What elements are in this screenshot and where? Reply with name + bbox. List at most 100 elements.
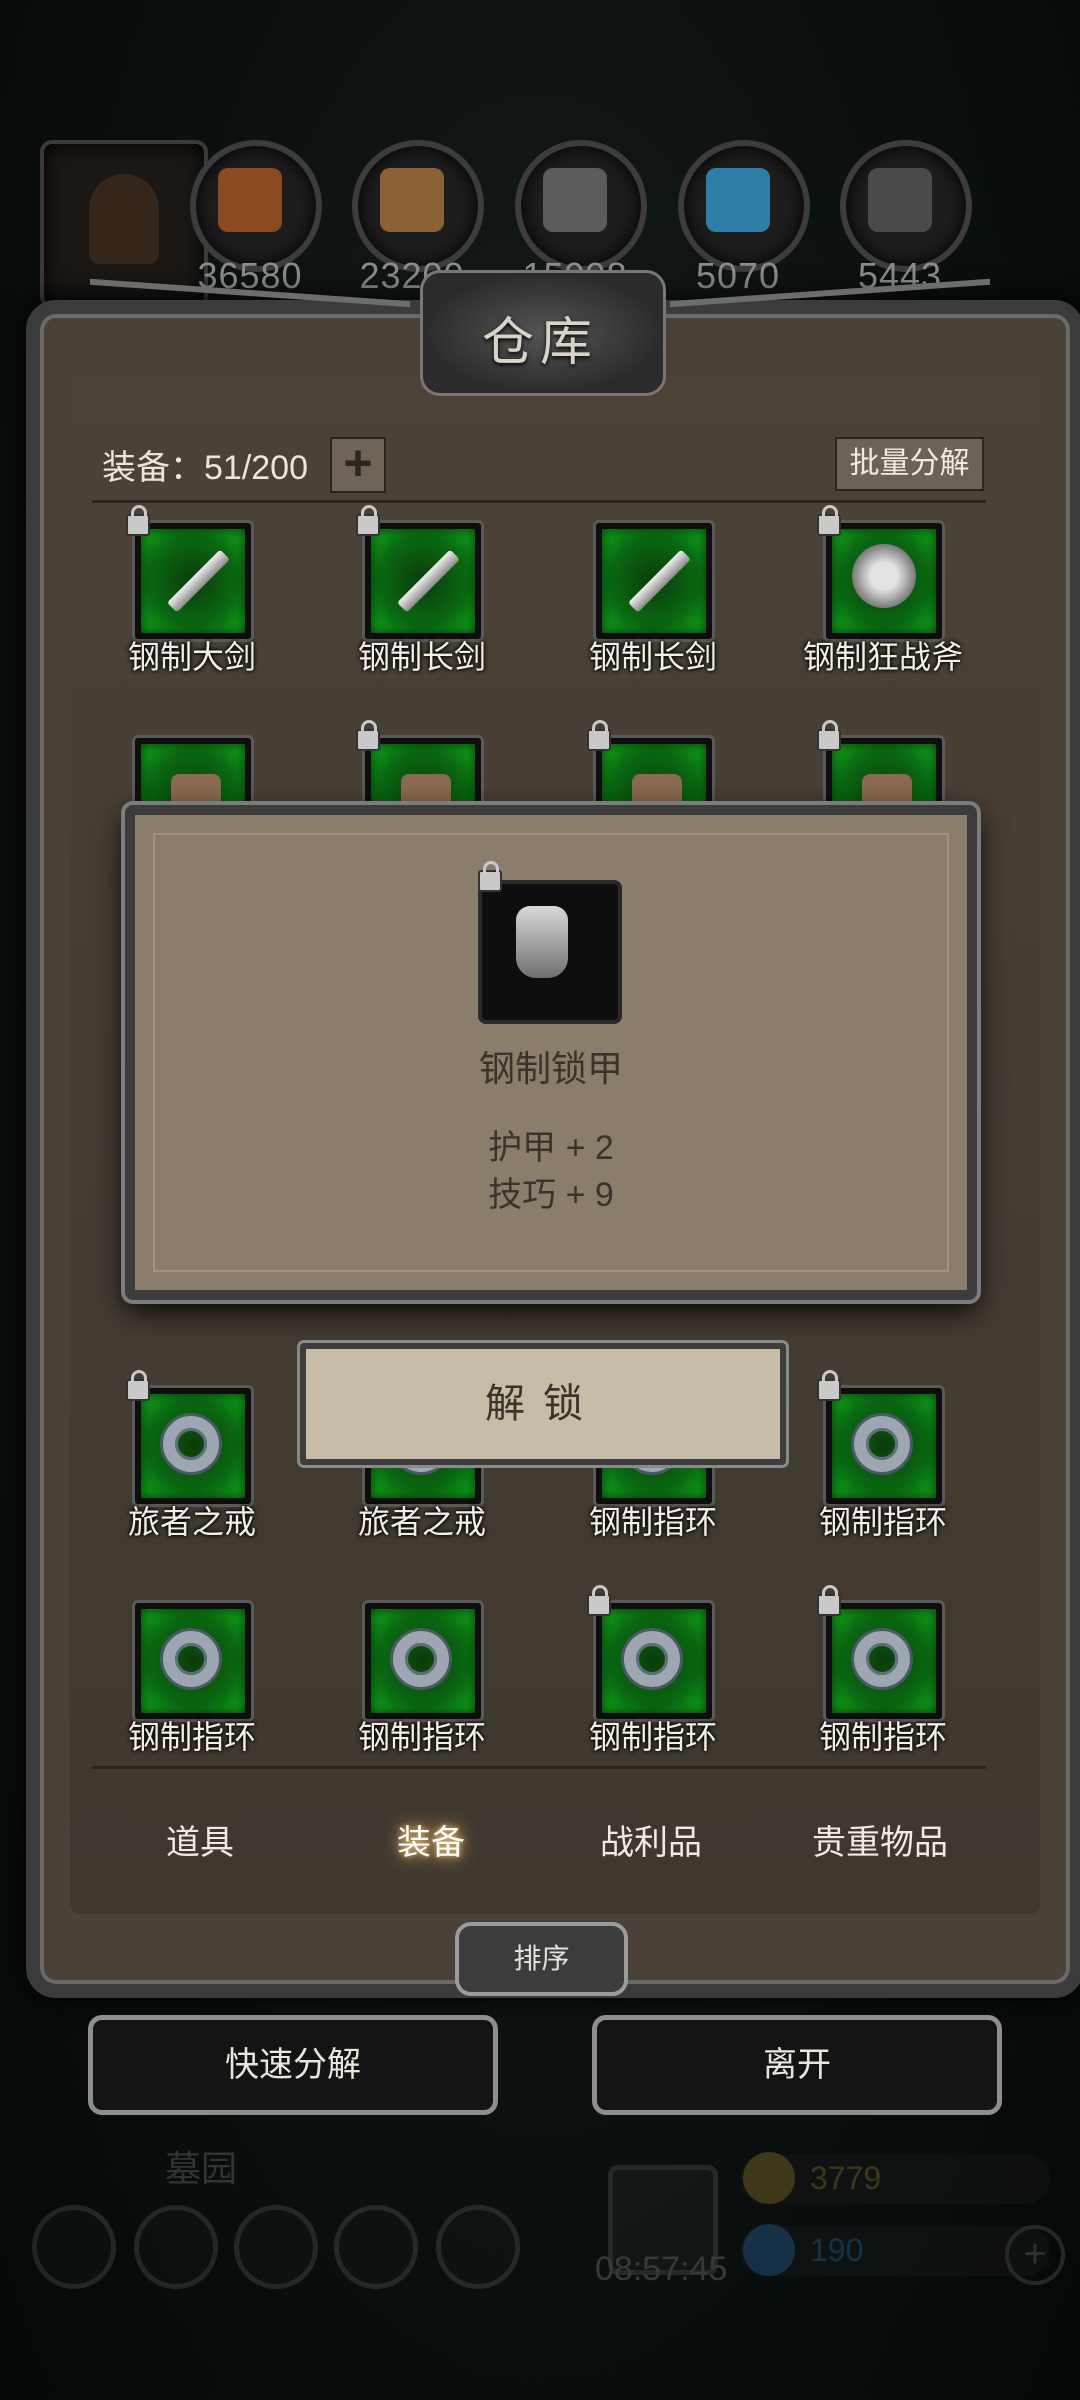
resource-slot[interactable] — [190, 140, 322, 272]
item-label: 钢制指环 — [588, 1504, 717, 1540]
inventory-item[interactable]: 钢制指环 — [553, 1585, 753, 1760]
star-icon — [134, 2205, 218, 2289]
item-slot — [132, 1600, 254, 1722]
item-label: 钢制狂战斧 — [802, 639, 963, 675]
lock-icon — [817, 720, 841, 751]
rarity-glow — [832, 1394, 936, 1498]
lock-icon — [356, 505, 380, 536]
item-slot — [823, 520, 945, 642]
settings-icon — [32, 2205, 116, 2289]
resource-slot[interactable] — [515, 140, 647, 272]
item-slot — [823, 1385, 945, 1507]
lock-icon — [817, 1585, 841, 1616]
item-label: 旅者之戒 — [127, 1504, 256, 1540]
ring-icon — [624, 1631, 680, 1687]
item-slot — [132, 1385, 254, 1507]
ring-icon — [163, 1631, 219, 1687]
item-label: 钢制指环 — [818, 1719, 947, 1755]
ring-icon — [854, 1416, 910, 1472]
lock-icon — [478, 861, 502, 892]
rarity-glow — [832, 1609, 936, 1713]
gift-timer: 08:57:45 — [595, 2250, 728, 2288]
tab-valuables[interactable]: 贵重物品 — [780, 1815, 980, 1864]
item-label: 钢制长剑 — [588, 639, 717, 675]
inventory-item[interactable]: 钢制指环 — [783, 1585, 983, 1760]
lock-icon — [587, 1585, 611, 1616]
gem-value: 190 — [810, 2232, 864, 2268]
inventory-item[interactable]: 钢制指环 — [92, 1600, 292, 1760]
item-slot — [132, 520, 254, 642]
iron-resource-icon — [543, 168, 607, 232]
mail-icon — [334, 2205, 418, 2289]
resource-slot[interactable] — [678, 140, 810, 272]
resource-count: 5070 — [695, 255, 781, 296]
hero-silhouette-icon — [89, 174, 159, 264]
item-label: 钢制指环 — [127, 1719, 256, 1755]
inventory-item[interactable]: 钢制大剑 — [92, 505, 292, 680]
rarity-glow — [602, 1609, 706, 1713]
resource-slot[interactable] — [352, 140, 484, 272]
rarity-glow — [141, 1609, 245, 1713]
gold-value: 3779 — [810, 2160, 882, 2196]
inventory-item[interactable]: 钢制狂战斧 — [783, 505, 983, 680]
ring-icon — [163, 1416, 219, 1472]
longsword-icon — [628, 549, 691, 613]
inventory-item[interactable]: 钢制指环 — [322, 1600, 522, 1760]
inventory-item[interactable]: 钢制指环 — [783, 1370, 983, 1545]
sort-button[interactable]: 排序 — [455, 1922, 628, 1996]
tab-items[interactable]: 道具 — [100, 1815, 300, 1864]
ring-icon — [393, 1631, 449, 1687]
tab-equipment[interactable]: 装备 — [331, 1815, 531, 1864]
gold-coin-icon — [743, 2152, 795, 2204]
rarity-glow — [602, 529, 706, 633]
location-name: 墓园 — [165, 2148, 238, 2189]
leave-button[interactable]: 离开 — [592, 2015, 1002, 2115]
item-label: 钢制长剑 — [357, 639, 486, 675]
bulk-decompose-button[interactable]: 批量分解 — [835, 437, 984, 491]
inventory-item[interactable]: 旅者之戒 — [92, 1370, 292, 1545]
expand-capacity-button[interactable]: + — [330, 437, 386, 493]
lock-icon — [126, 505, 150, 536]
item-label: 钢制大剑 — [127, 639, 256, 675]
inventory-item[interactable]: 钢制长剑 — [322, 505, 522, 680]
item-slot — [593, 520, 715, 642]
rarity-glow — [371, 529, 475, 633]
tooltip-stat-skill: 技巧 + 9 — [488, 1176, 614, 1214]
quick-decompose-button[interactable]: 快速分解 — [88, 2015, 498, 2115]
rarity-glow — [832, 529, 936, 633]
gear-icon — [436, 2205, 520, 2289]
map-icon — [234, 2205, 318, 2289]
lock-icon — [817, 505, 841, 536]
divider — [92, 500, 986, 503]
item-slot — [823, 1600, 945, 1722]
equipment-capacity: 装备：51/200 — [102, 449, 308, 487]
wood-resource-icon — [380, 168, 444, 232]
unlock-button[interactable]: 解锁 — [300, 1343, 786, 1465]
item-tooltip: 钢制锁甲 护甲 + 2 技巧 + 9 — [125, 805, 977, 1300]
rarity-glow — [141, 529, 245, 633]
inventory-item[interactable]: 钢制长剑 — [553, 520, 753, 680]
gem-icon — [743, 2224, 795, 2276]
lock-icon — [126, 1370, 150, 1401]
add-currency-button: + — [1005, 2225, 1065, 2285]
item-label: 钢制指环 — [588, 1719, 717, 1755]
chainmail-icon — [516, 906, 568, 978]
item-slot — [362, 1600, 484, 1722]
berserker-axe-icon — [852, 544, 916, 608]
item-slot — [362, 520, 484, 642]
resource-slot[interactable] — [840, 140, 972, 272]
tab-loot[interactable]: 战利品 — [551, 1815, 751, 1864]
lock-icon — [356, 720, 380, 751]
lock-icon — [817, 1370, 841, 1401]
tooltip-item-slot — [478, 880, 622, 1024]
item-label: 旅者之戒 — [357, 1504, 486, 1540]
lock-icon — [587, 720, 611, 751]
item-label: 钢制指环 — [818, 1504, 947, 1540]
tabs-divider — [92, 1766, 986, 1769]
ring-icon — [854, 1631, 910, 1687]
tooltip-stat-armor: 护甲 + 2 — [488, 1129, 614, 1167]
greatsword-icon — [167, 549, 230, 613]
steel-resource-icon — [868, 168, 932, 232]
item-slot — [593, 1600, 715, 1722]
tooltip-item-name: 钢制锁甲 — [478, 1048, 623, 1089]
